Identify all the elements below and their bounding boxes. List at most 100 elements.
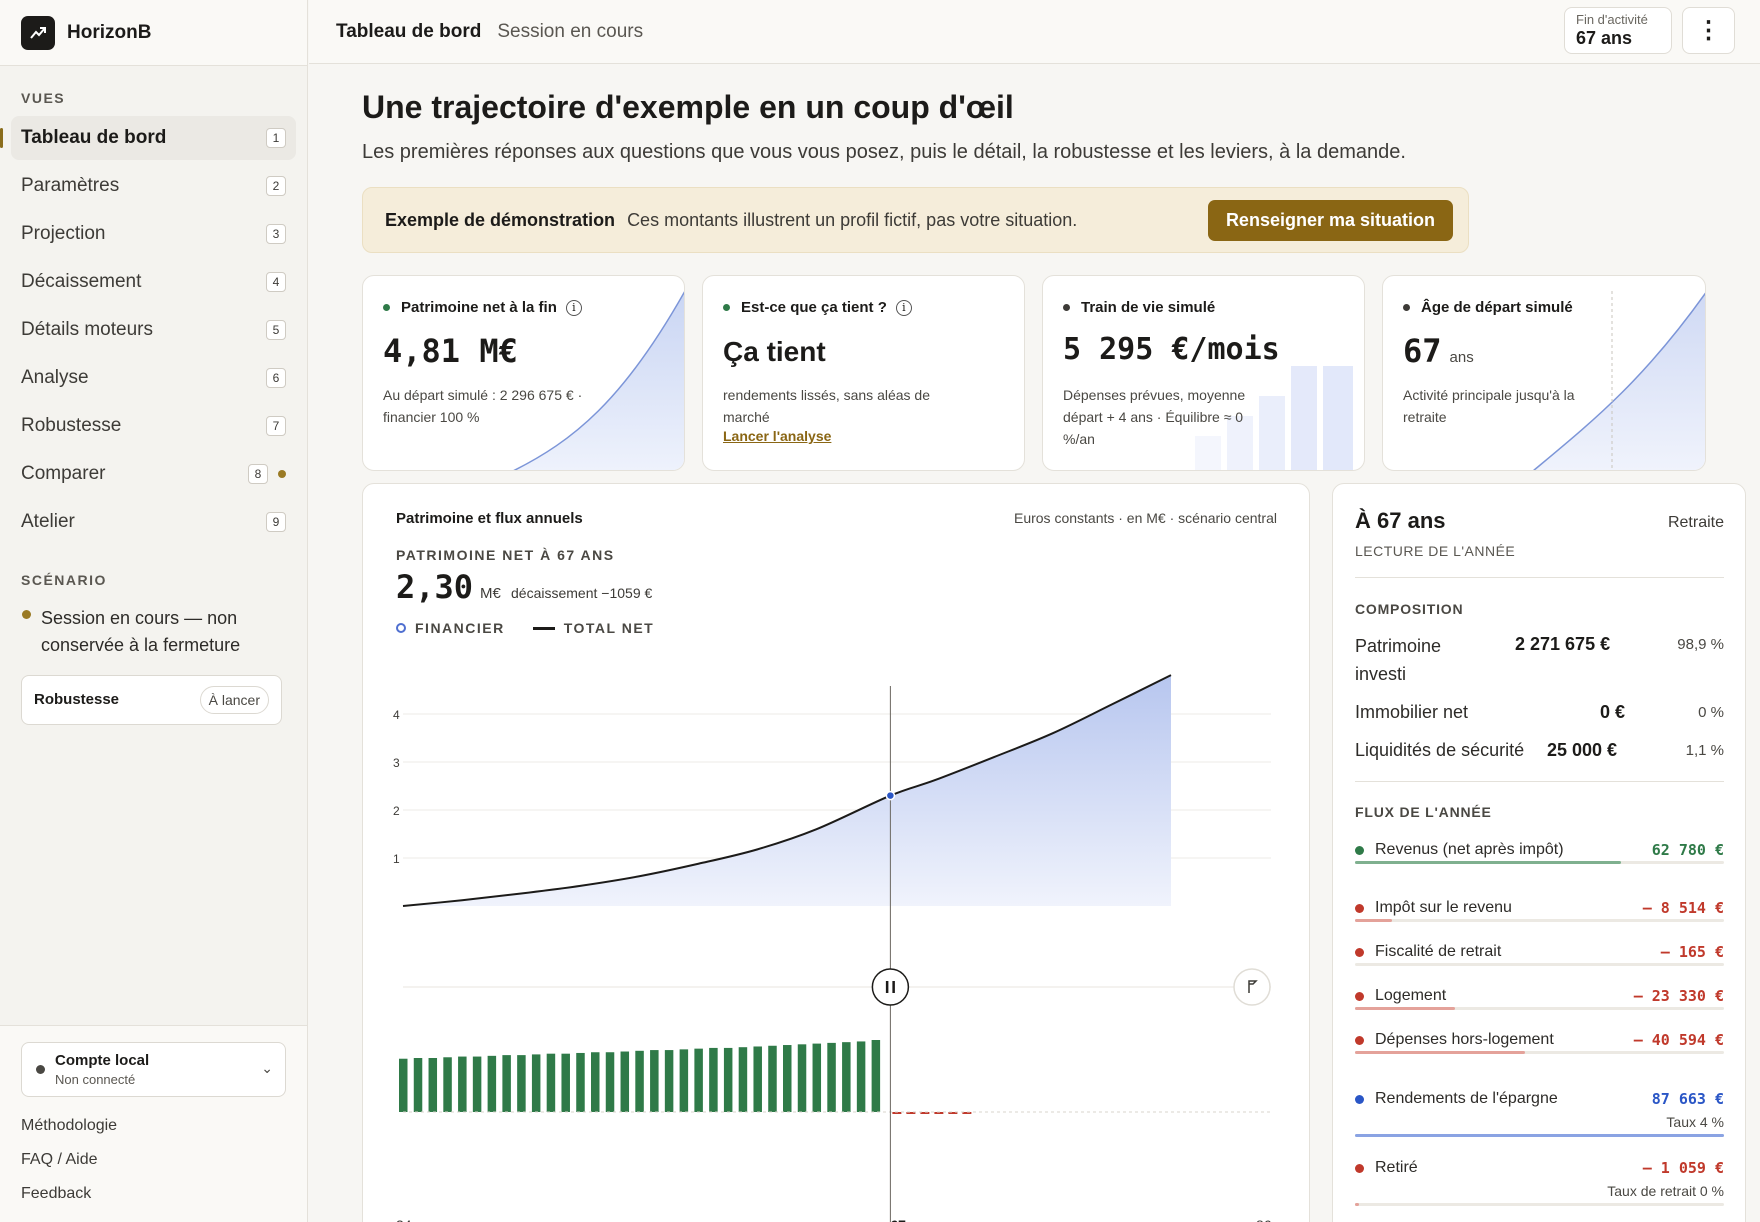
- shortcut-key: 2: [266, 176, 286, 196]
- y-tick-label: 4: [393, 708, 400, 722]
- flux-amount: – 8 514 €: [1642, 899, 1724, 917]
- sidebar-item-decumulation[interactable]: Décaissement 4: [11, 260, 296, 304]
- x-axis-start: 34 ans: [396, 1217, 444, 1222]
- flux-amount: – 23 330 €: [1633, 987, 1724, 1005]
- sidebar-item-compare[interactable]: Comparer 8: [11, 452, 296, 496]
- composition-pct: 0 %: [1698, 704, 1724, 721]
- kpi-value: 67 ans: [1403, 332, 1474, 370]
- status-dot: [1403, 304, 1410, 311]
- feedback-link[interactable]: Feedback: [21, 1185, 91, 1203]
- flux-label: Dépenses hors-logement: [1375, 1031, 1554, 1048]
- chevron-down-icon: ⌄: [261, 1060, 273, 1076]
- info-icon[interactable]: i: [895, 299, 912, 316]
- flow-bar: [517, 1055, 526, 1112]
- kpi-title-text: Train de vie simulé: [1081, 299, 1216, 316]
- kpi-note: Dépenses prévues, moyenne départ + 4 ans…: [1063, 387, 1246, 447]
- breadcrumb-subtitle: Session en cours: [497, 20, 644, 42]
- account-name: Compte local: [55, 1052, 150, 1069]
- flux-label: Logement: [1375, 987, 1447, 1004]
- trend-up-icon: [21, 15, 55, 50]
- x-axis-focus: 67: [890, 1217, 906, 1222]
- flow-bar: [709, 1047, 718, 1112]
- wealth-area: [403, 675, 1171, 906]
- shortcut-key: 4: [266, 272, 286, 292]
- flux-title: FLUX DE L'ANNÉE: [1355, 804, 1492, 820]
- flux-amount: 87 663 €: [1651, 1090, 1724, 1108]
- flow-bar: [827, 1042, 836, 1112]
- flux-track: [1355, 1134, 1724, 1137]
- scenario-status: Session en cours — non conservée à la fe…: [41, 608, 241, 655]
- sidebar-item-parameters[interactable]: Paramètres 2: [11, 164, 296, 208]
- shortcut-key: 9: [266, 512, 286, 532]
- sidebar-item-analysis[interactable]: Analyse 6: [11, 356, 296, 400]
- flux-row: Dépenses hors-logement – 40 594 €: [1355, 1031, 1724, 1061]
- fill-situation-button[interactable]: Renseigner ma situation: [1207, 200, 1453, 241]
- pause-icon[interactable]: [871, 968, 910, 1006]
- flux-label: Impôt sur le revenu: [1375, 899, 1512, 916]
- divider: [1355, 577, 1724, 578]
- demo-banner-text: Ces montants illustrent un profil fictif…: [627, 209, 1078, 230]
- flux-row: Revenus (net après impôt) 62 780 €: [1355, 841, 1724, 871]
- more-options-icon[interactable]: ⋮: [1682, 7, 1735, 54]
- composition-label: Immobilier net: [1355, 702, 1469, 722]
- flux-dot: [1355, 1095, 1364, 1104]
- flux-track: [1355, 1051, 1724, 1054]
- flux-label: Fiscalité de retrait: [1375, 943, 1502, 960]
- flow-bar: [664, 1050, 674, 1112]
- flux-row: Rendements de l'épargne 87 663 € Taux 4 %: [1355, 1090, 1724, 1140]
- activity-value: 67 ans: [1576, 28, 1633, 48]
- divider: [1355, 781, 1724, 782]
- shortcut-key: 1: [266, 128, 286, 148]
- demo-banner: Exemple de démonstration Ces montants il…: [362, 187, 1469, 253]
- flux-note: Taux de retrait 0 %: [1607, 1183, 1724, 1199]
- kpi-title-text: Âge de départ simulé: [1421, 299, 1573, 316]
- flux-amount: – 1 059 €: [1642, 1159, 1724, 1177]
- shortcut-key: 5: [266, 320, 286, 340]
- flow-bar: [443, 1057, 452, 1112]
- wealth-chart[interactable]: 1234: [363, 484, 1310, 1222]
- flow-bar: [576, 1052, 585, 1112]
- flow-bar: [768, 1045, 777, 1112]
- sidebar-item-workshop[interactable]: Atelier 9: [11, 500, 296, 544]
- sidebar-item-dashboard[interactable]: Tableau de bord 1: [0, 116, 296, 160]
- sidebar-item-projection[interactable]: Projection 3: [11, 212, 296, 256]
- composition-amount: 2 271 675 €: [1515, 634, 1611, 654]
- notification-dot: [278, 470, 286, 478]
- methodology-link[interactable]: Méthodologie: [21, 1117, 117, 1135]
- flux-track: [1355, 963, 1724, 966]
- account-switcher[interactable]: Compte local Non connecté ⌄: [21, 1042, 286, 1097]
- kpi-note: Au départ simulé : 2 296 675 € · financi…: [383, 387, 583, 425]
- kpi-value: 4,81 M€: [383, 332, 518, 370]
- flux-row: Logement – 23 330 €: [1355, 987, 1724, 1017]
- flux-fill: [1355, 919, 1392, 922]
- brand-name: HorizonB: [67, 21, 152, 43]
- composition-row: Patrimoine investi 2 271 675 € 98,9 %: [1355, 632, 1724, 688]
- flux-row: Fiscalité de retrait – 165 €: [1355, 943, 1724, 973]
- robustness-run-button[interactable]: À lancer: [199, 686, 269, 714]
- sidebar-item-robustness[interactable]: Robustesse 7: [11, 404, 296, 448]
- flow-bar: [856, 1041, 866, 1112]
- flux-amount: – 40 594 €: [1633, 1031, 1724, 1049]
- flux-dot: [1355, 1036, 1364, 1045]
- year-detail-card: À 67 ans Retraite LECTURE DE L'ANNÉE COM…: [1332, 483, 1746, 1222]
- flag-icon[interactable]: [1233, 968, 1271, 1006]
- flow-bar: [591, 1052, 600, 1112]
- info-icon[interactable]: i: [565, 299, 582, 316]
- activity-end-pill[interactable]: Fin d'activité 67 ans: [1564, 7, 1672, 54]
- run-analysis-link[interactable]: Lancer l'analyse: [723, 428, 831, 444]
- kpi-title: Âge de départ simulé: [1403, 299, 1573, 316]
- composition-label: Liquidités de sécurité: [1355, 740, 1525, 760]
- flow-bar: [635, 1050, 644, 1112]
- kpi-value: 5 295 €/mois: [1063, 332, 1280, 367]
- sidebar-item-engine-details[interactable]: Détails moteurs 5: [11, 308, 296, 352]
- views-section-title: VUES: [21, 90, 66, 106]
- account-status-dot: [36, 1065, 45, 1074]
- faq-link[interactable]: FAQ / Aide: [21, 1151, 97, 1169]
- sidebar-nav: Tableau de bord 1 Paramètres 2 Projection 3…: [0, 116, 307, 544]
- brand[interactable]: HorizonB: [0, 0, 307, 66]
- shortcut-key: 8: [248, 464, 268, 484]
- flux-dot: [1355, 948, 1364, 957]
- detail-title: À 67 ans: [1355, 508, 1446, 533]
- status-dot: [1063, 304, 1070, 311]
- flux-fill: [1355, 1203, 1359, 1206]
